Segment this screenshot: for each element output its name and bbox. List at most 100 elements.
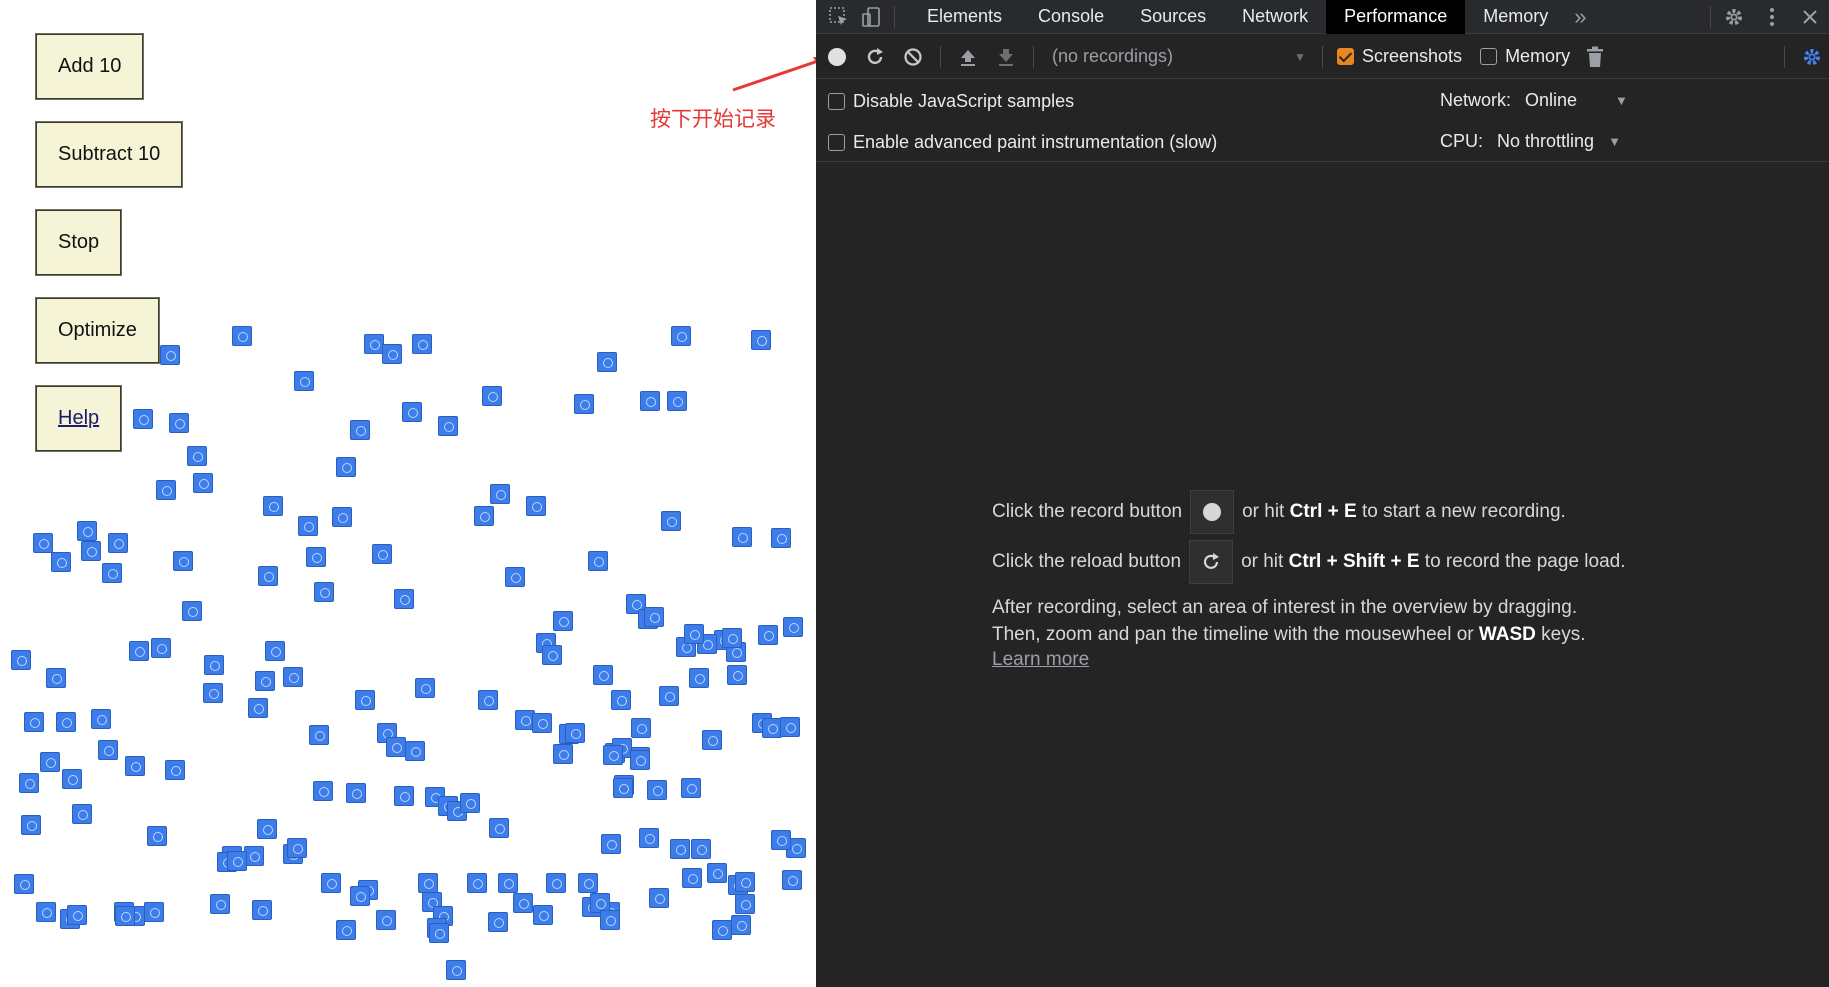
close-icon[interactable] <box>1797 4 1823 30</box>
clear-button[interactable] <box>896 40 930 74</box>
logo-icon <box>478 690 498 710</box>
more-tabs-icon[interactable]: » <box>1566 0 1594 34</box>
logo-icon <box>597 352 617 372</box>
logo-icon <box>783 617 803 637</box>
screenshots-checkbox[interactable]: Screenshots <box>1337 46 1462 67</box>
logo-icon <box>51 552 71 572</box>
logo-icon <box>412 334 432 354</box>
logo-icon <box>81 541 101 561</box>
logo-icon <box>372 544 392 564</box>
logo-icon <box>67 905 87 925</box>
logo-icon <box>505 567 525 587</box>
logo-icon <box>62 769 82 789</box>
logo-icon <box>488 912 508 932</box>
capture-settings-button[interactable] <box>1795 40 1829 74</box>
disable-js-samples-checkbox[interactable]: Disable JavaScript samples <box>828 91 1074 112</box>
enable-paint-checkbox[interactable]: Enable advanced paint instrumentation (s… <box>828 132 1217 153</box>
logo-icon <box>21 815 41 835</box>
clear-icon <box>904 47 922 66</box>
device-toolbar-icon[interactable] <box>858 4 884 30</box>
annotation-label: 按下开始记录 <box>650 107 776 131</box>
stop-button[interactable]: Stop <box>35 209 123 276</box>
cpu-value: No throttling <box>1497 131 1595 151</box>
tabbar-divider <box>894 5 895 28</box>
logo-icon <box>350 886 370 906</box>
tab-network[interactable]: Network <box>1224 0 1326 34</box>
enable-paint-box <box>828 134 845 151</box>
logo-icon <box>644 607 664 627</box>
logo-icon <box>588 551 608 571</box>
cpu-select[interactable]: No throttling ▼ <box>1497 131 1621 152</box>
logo-icon <box>232 326 252 346</box>
tab-memory[interactable]: Memory <box>1465 0 1566 34</box>
logo-icon <box>684 624 704 644</box>
logo-icon <box>405 741 425 761</box>
reload-record-button[interactable] <box>858 40 892 74</box>
logo-icon <box>355 690 375 710</box>
more-options-icon[interactable] <box>1759 4 1785 30</box>
logo-icon <box>332 507 352 527</box>
logo-icon <box>108 533 128 553</box>
logo-icon <box>689 668 709 688</box>
landing-record-button[interactable] <box>1190 490 1235 534</box>
logo-icon <box>248 698 268 718</box>
tab-performance[interactable]: Performance <box>1326 0 1466 34</box>
record-icon <box>1203 503 1222 521</box>
reload-hint-text: Click the reload button <box>992 551 1182 572</box>
logo-icon <box>257 819 277 839</box>
upload-profile-button[interactable] <box>951 40 985 74</box>
logo-icon <box>263 496 283 516</box>
record-button[interactable] <box>820 40 854 74</box>
logo-icon <box>350 420 370 440</box>
inspect-element-icon[interactable] <box>826 4 852 30</box>
logo-icon <box>19 773 39 793</box>
logo-icon <box>77 521 97 541</box>
logo-icon <box>376 910 396 930</box>
logo-icon <box>489 818 509 838</box>
logo-icon <box>732 527 752 547</box>
logo-icon <box>735 872 755 892</box>
add-10-button[interactable]: Add 10 <box>35 33 145 100</box>
network-select[interactable]: Online ▼ <box>1525 90 1628 111</box>
network-dropdown-icon: ▼ <box>1615 93 1628 108</box>
tab-sources[interactable]: Sources <box>1122 0 1224 34</box>
record-icon <box>828 47 846 66</box>
garbage-collect-button[interactable] <box>1578 40 1612 74</box>
logo-icon <box>542 645 562 665</box>
download-profile-button[interactable] <box>989 40 1023 74</box>
logo-icon <box>640 391 660 411</box>
recordings-dropdown[interactable]: (no recordings) ▼ <box>1052 46 1312 67</box>
logo-icon <box>169 413 189 433</box>
logo-icon <box>336 920 356 940</box>
logo-icon <box>601 834 621 854</box>
learn-more-link[interactable]: Learn more <box>992 649 1089 671</box>
reload-icon <box>867 47 883 64</box>
logo-icon <box>735 894 755 914</box>
memory-checkbox[interactable]: Memory <box>1480 46 1570 67</box>
logo-icon <box>125 756 145 776</box>
logo-icon <box>321 873 341 893</box>
devtools-tabbar: Elements Console Sources Network Perform… <box>816 0 1829 34</box>
record-hint: Click the record button or hit Ctrl + E … <box>992 490 1772 534</box>
subtract-10-button[interactable]: Subtract 10 <box>35 121 184 188</box>
optimize-button[interactable]: Optimize <box>35 297 160 364</box>
logo-icon <box>156 480 176 500</box>
annotation-arrow <box>732 57 816 92</box>
logo-icon <box>402 402 422 422</box>
logo-icon <box>287 838 307 858</box>
screenshots-checkbox-box <box>1337 48 1354 65</box>
logo-icon <box>336 457 356 477</box>
logo-icon <box>758 625 778 645</box>
logo-icon <box>306 547 326 567</box>
tab-elements[interactable]: Elements <box>909 0 1020 34</box>
logo-icon <box>482 386 502 406</box>
logo-icon <box>647 780 667 800</box>
settings-gear-icon[interactable] <box>1721 4 1747 30</box>
logo-icon <box>203 683 223 703</box>
logo-icon <box>467 873 487 893</box>
logo-icon <box>727 665 747 685</box>
help-button[interactable]: Help <box>35 385 123 452</box>
enable-paint-label: Enable advanced paint instrumentation (s… <box>853 132 1218 152</box>
landing-reload-button[interactable] <box>1189 540 1234 584</box>
tab-console[interactable]: Console <box>1020 0 1122 34</box>
